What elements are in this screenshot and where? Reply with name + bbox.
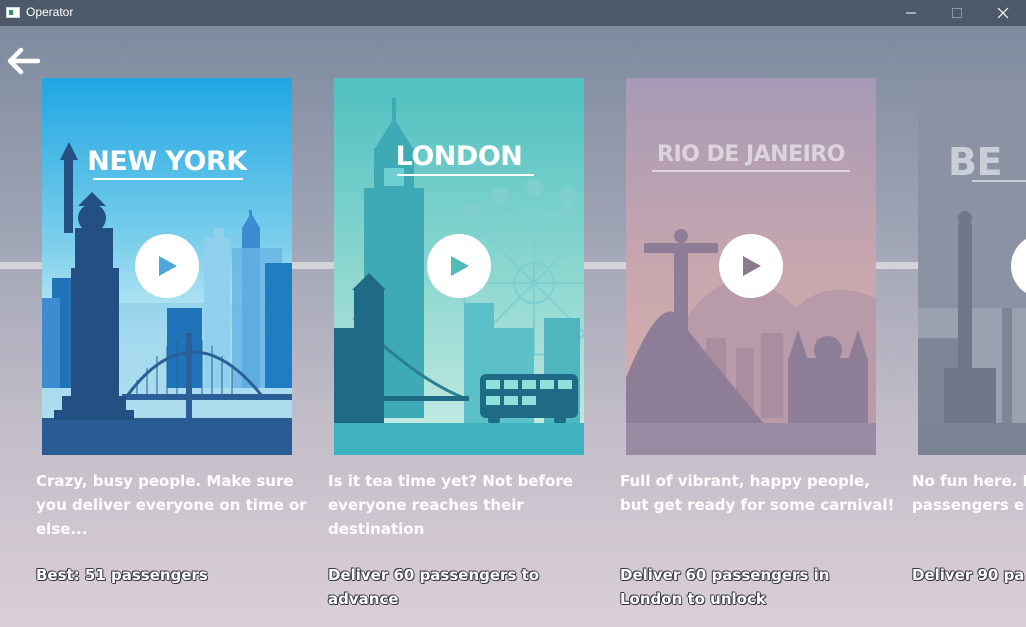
play-icon bbox=[743, 256, 761, 276]
back-button[interactable] bbox=[6, 46, 42, 76]
level-berlin: BE No fun here. Keep the passengers e mo… bbox=[912, 78, 1026, 584]
city-title-underline bbox=[652, 170, 850, 172]
level-description: Full of vibrant, happy people, but get r… bbox=[620, 472, 895, 514]
city-title-underline bbox=[93, 178, 243, 180]
level-card-london[interactable]: LONDON bbox=[334, 78, 584, 455]
level-description: No fun here. Keep the passengers e move … bbox=[912, 472, 1026, 514]
city-title: NEW YORK bbox=[87, 146, 247, 177]
city-title-underline bbox=[397, 174, 534, 176]
close-icon bbox=[997, 7, 1009, 19]
level-card-rio-de-janeiro[interactable]: RIO DE JANEIRO bbox=[626, 78, 876, 455]
play-icon bbox=[451, 256, 469, 276]
maximize-icon bbox=[952, 8, 962, 18]
level-card-new-york[interactable]: NEW YORK bbox=[42, 78, 292, 455]
berlin-skyline-illustration bbox=[918, 78, 1026, 455]
app-icon bbox=[6, 7, 20, 18]
level-select-screen: NEW YORK Crazy, busy people. Make sure y… bbox=[0, 26, 1026, 627]
city-title: BE bbox=[948, 140, 1002, 184]
arrow-left-icon bbox=[7, 47, 41, 75]
city-title: RIO DE JANEIRO bbox=[657, 142, 845, 167]
window-title: Operator bbox=[26, 5, 74, 19]
city-title-underline bbox=[972, 180, 1026, 182]
level-goal: Deliver 90 pa to unlock bbox=[912, 566, 1026, 584]
level-description: Crazy, busy people. Make sure you delive… bbox=[36, 472, 307, 538]
minimize-button[interactable] bbox=[888, 0, 934, 26]
level-goal: Deliver 60 passengers to advance bbox=[328, 566, 540, 608]
close-button[interactable] bbox=[980, 0, 1026, 26]
level-goal: Best: 51 passengers bbox=[36, 566, 208, 584]
play-button[interactable] bbox=[719, 234, 783, 298]
level-card-berlin[interactable]: BE bbox=[918, 78, 1026, 455]
level-description: Is it tea time yet? Not before everyone … bbox=[328, 472, 573, 538]
play-icon bbox=[159, 256, 177, 276]
level-new-york: NEW YORK Crazy, busy people. Make sure y… bbox=[36, 78, 307, 584]
play-button[interactable] bbox=[135, 234, 199, 298]
level-goal: Deliver 60 passengers in London to unloc… bbox=[620, 566, 830, 608]
level-rio-de-janeiro: RIO DE JANEIRO Full of vibrant, happy pe… bbox=[620, 78, 894, 608]
city-title: LONDON bbox=[395, 141, 523, 172]
window-titlebar: Operator bbox=[0, 0, 1026, 26]
level-london: LONDON Is it tea time yet? Not before ev… bbox=[328, 78, 584, 608]
maximize-button[interactable] bbox=[934, 0, 980, 26]
play-button[interactable] bbox=[427, 234, 491, 298]
minimize-icon bbox=[906, 12, 916, 14]
